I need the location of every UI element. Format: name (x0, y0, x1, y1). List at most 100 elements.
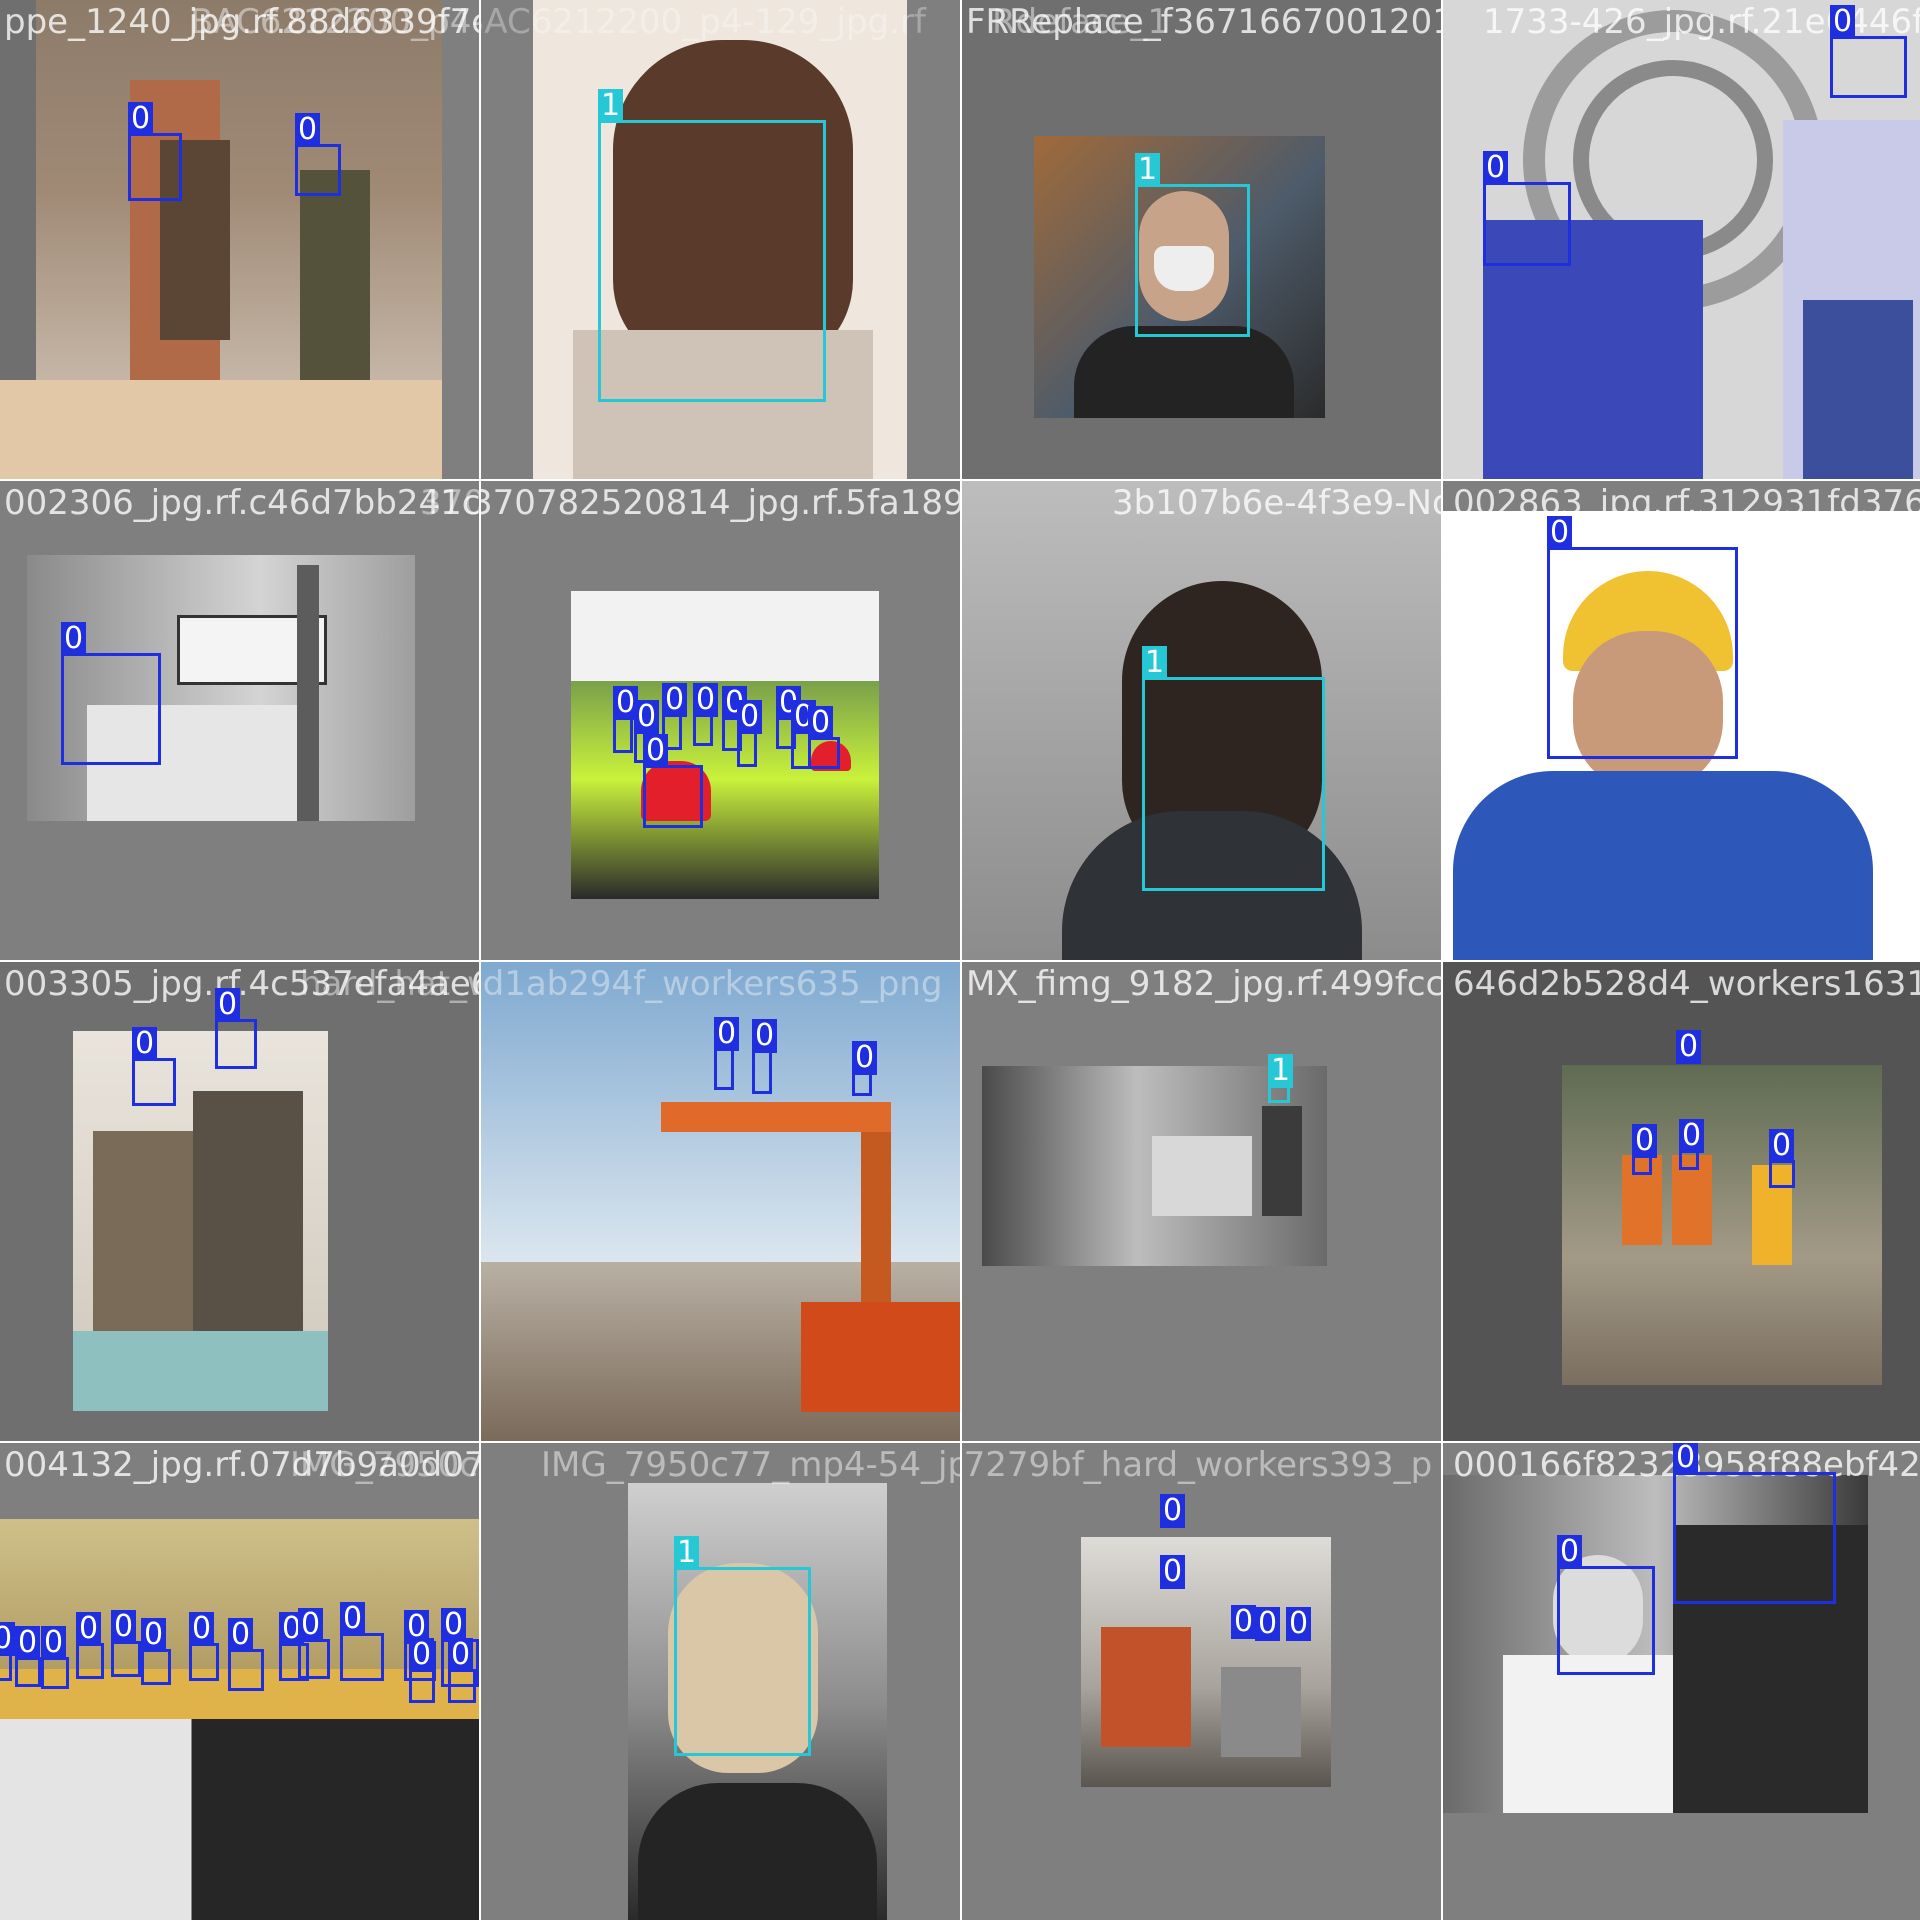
image-filename: 370782520814_jpg.rf.5fa189be5 (481, 483, 960, 523)
mosaic-tile: ppe_1240_jpg.rf.88d6339f7c BAC6212200_p4… (0, 0, 479, 479)
detection-box: 0 (1255, 1607, 1281, 1644)
detection-box: 0 (61, 622, 161, 765)
class-label: 1 (674, 1536, 700, 1570)
detection-box: 1 (674, 1536, 811, 1756)
detection-box: 0 (448, 1638, 476, 1703)
detection-box: 0 (1830, 5, 1907, 98)
class-label: 0 (128, 102, 154, 136)
detection-box: 0 (76, 1612, 104, 1679)
detection-box: 0 (1160, 1555, 1186, 1592)
image-filename-overlap: IMG_7950c77_mp4-54 (290, 1445, 479, 1485)
class-label: 0 (1286, 1607, 1312, 1641)
detection-box: 0 (41, 1626, 69, 1689)
detection-box: 0 (1286, 1607, 1312, 1644)
detection-box: 0 (1557, 1535, 1655, 1675)
class-label: 0 (340, 1602, 366, 1636)
detection-box: 0 (1676, 1030, 1702, 1066)
detection-box: 0 (215, 988, 257, 1069)
class-label: 0 (111, 1610, 137, 1644)
class-label: 0 (1160, 1494, 1186, 1528)
class-label: 0 (714, 1017, 740, 1051)
detection-box: 1 (598, 89, 826, 402)
class-label: 0 (1160, 1555, 1186, 1589)
detection-box: 0 (808, 706, 840, 769)
image-filename: FRReplace_f3671667001201 (966, 2, 1441, 42)
image-filename-overlap: Rdeface_1 (992, 2, 1170, 42)
detection-box: 0 (613, 686, 639, 753)
image-filename: 002306_jpg.rf.c46d7bb241c (4, 483, 479, 523)
image-filename-overlap: hard_hat_workers635_ (300, 964, 479, 1004)
class-label: 0 (189, 1612, 215, 1646)
detection-box: 0 (643, 734, 703, 828)
mosaic-tile: 003305_jpg.rf.4c537efa4ae6 hard_hat_work… (0, 962, 479, 1441)
class-label: 0 (662, 683, 688, 717)
image-filename: 646d2b528d4_workers1631_ (1453, 964, 1920, 1004)
detection-box: 0 (1483, 151, 1571, 266)
class-label: 0 (852, 1041, 878, 1075)
class-label: 0 (1557, 1535, 1583, 1569)
tile-photo (1562, 1065, 1882, 1385)
detection-box: 0 (132, 1027, 176, 1106)
mosaic-tile: MX_fimg_9182_jpg.rf.499fcc1 1 (962, 962, 1441, 1441)
class-label: 0 (737, 700, 763, 734)
detection-box: 0 (1160, 1494, 1186, 1531)
image-filename-overlap: 370782520814_c63 (420, 483, 479, 523)
class-label: 0 (76, 1612, 102, 1646)
mosaic-tile: 1733-426_jpg.rf.21e0446f 0 0 (1443, 0, 1920, 479)
mosaic-tile: 370782520814_jpg.rf.5fa189be5 0 0 0 0 0 … (481, 481, 960, 960)
class-label: 1 (1268, 1054, 1294, 1088)
tile-photo (73, 1031, 328, 1411)
class-label: 0 (448, 1638, 474, 1672)
mosaic-tile: FRReplace_f3671667001201 Rdeface_1 1 (962, 0, 1441, 479)
class-label: 0 (215, 988, 241, 1022)
tile-photo (0, 1519, 479, 1920)
detection-box: 0 (15, 1626, 41, 1687)
detection-box: 0 (1547, 516, 1738, 759)
detection-box: 0 (1231, 1605, 1257, 1642)
detection-box: 0 (1679, 1119, 1705, 1170)
mosaic-tile: 646d2b528d4_workers1631_ 0 0 0 0 (1443, 962, 1920, 1441)
detection-box: 0 (1673, 1443, 1836, 1604)
detection-box: 1 (1268, 1054, 1294, 1103)
image-filename: 003305_jpg.rf.4c537efa4ae6 (4, 964, 479, 1004)
detection-box: 0 (295, 113, 341, 196)
detection-mosaic: ppe_1240_jpg.rf.88d6339f7c BAC6212200_p4… (0, 0, 1920, 1920)
class-label: 0 (61, 622, 87, 656)
detection-box: 0 (752, 1019, 778, 1094)
mosaic-tile: 002306_jpg.rf.c46d7bb241c 370782520814_c… (0, 481, 479, 960)
class-label: 0 (15, 1626, 41, 1660)
class-label: 0 (141, 1618, 167, 1652)
detection-box: 0 (189, 1612, 219, 1681)
detection-box: 0 (298, 1608, 330, 1679)
detection-box: 0 (128, 102, 182, 201)
tile-photo (1081, 1537, 1331, 1787)
image-filename: IMG_7950c77_mp4-54_jpg.rf (541, 1445, 960, 1485)
class-label: 0 (1676, 1030, 1702, 1064)
class-label: 0 (1255, 1607, 1281, 1641)
mosaic-tile: 0 0 0 4d1ab294f_workers635_png (481, 962, 960, 1441)
mosaic-tile: 3b107b6e-4f3e9-Nomask-wea 1 (962, 481, 1441, 960)
detection-box: 0 (111, 1610, 141, 1677)
detection-box: 0 (340, 1602, 384, 1681)
mosaic-tile: 47279bf_hard_workers393_p 0 0 0 0 0 (962, 1443, 1441, 1920)
class-label: 0 (1679, 1119, 1705, 1153)
mosaic-tile: BAC6212200_p4-129_jpg.rf 1 (481, 0, 960, 479)
class-label: 0 (693, 683, 719, 717)
class-label: 0 (808, 706, 834, 740)
class-label: 0 (1673, 1443, 1699, 1475)
class-label: 0 (409, 1638, 435, 1672)
class-label: 0 (643, 734, 669, 768)
class-label: 0 (634, 700, 660, 734)
class-label: 0 (1231, 1605, 1257, 1639)
class-label: 1 (598, 89, 624, 123)
detection-box: 0 (737, 700, 763, 767)
mosaic-tile: IMG_7950c77_mp4-54_jpg.rf 1 (481, 1443, 960, 1920)
detection-box: 0 (228, 1618, 264, 1691)
class-label: 1 (1142, 646, 1168, 680)
detection-box: 0 (1632, 1124, 1658, 1175)
mosaic-tile: 000166f82323958f88ebf428 0 0 (1443, 1443, 1920, 1920)
class-label: 0 (752, 1019, 778, 1053)
detection-box: 1 (1142, 646, 1325, 891)
class-label: 0 (298, 1608, 324, 1642)
detection-box: 0 (714, 1017, 740, 1090)
